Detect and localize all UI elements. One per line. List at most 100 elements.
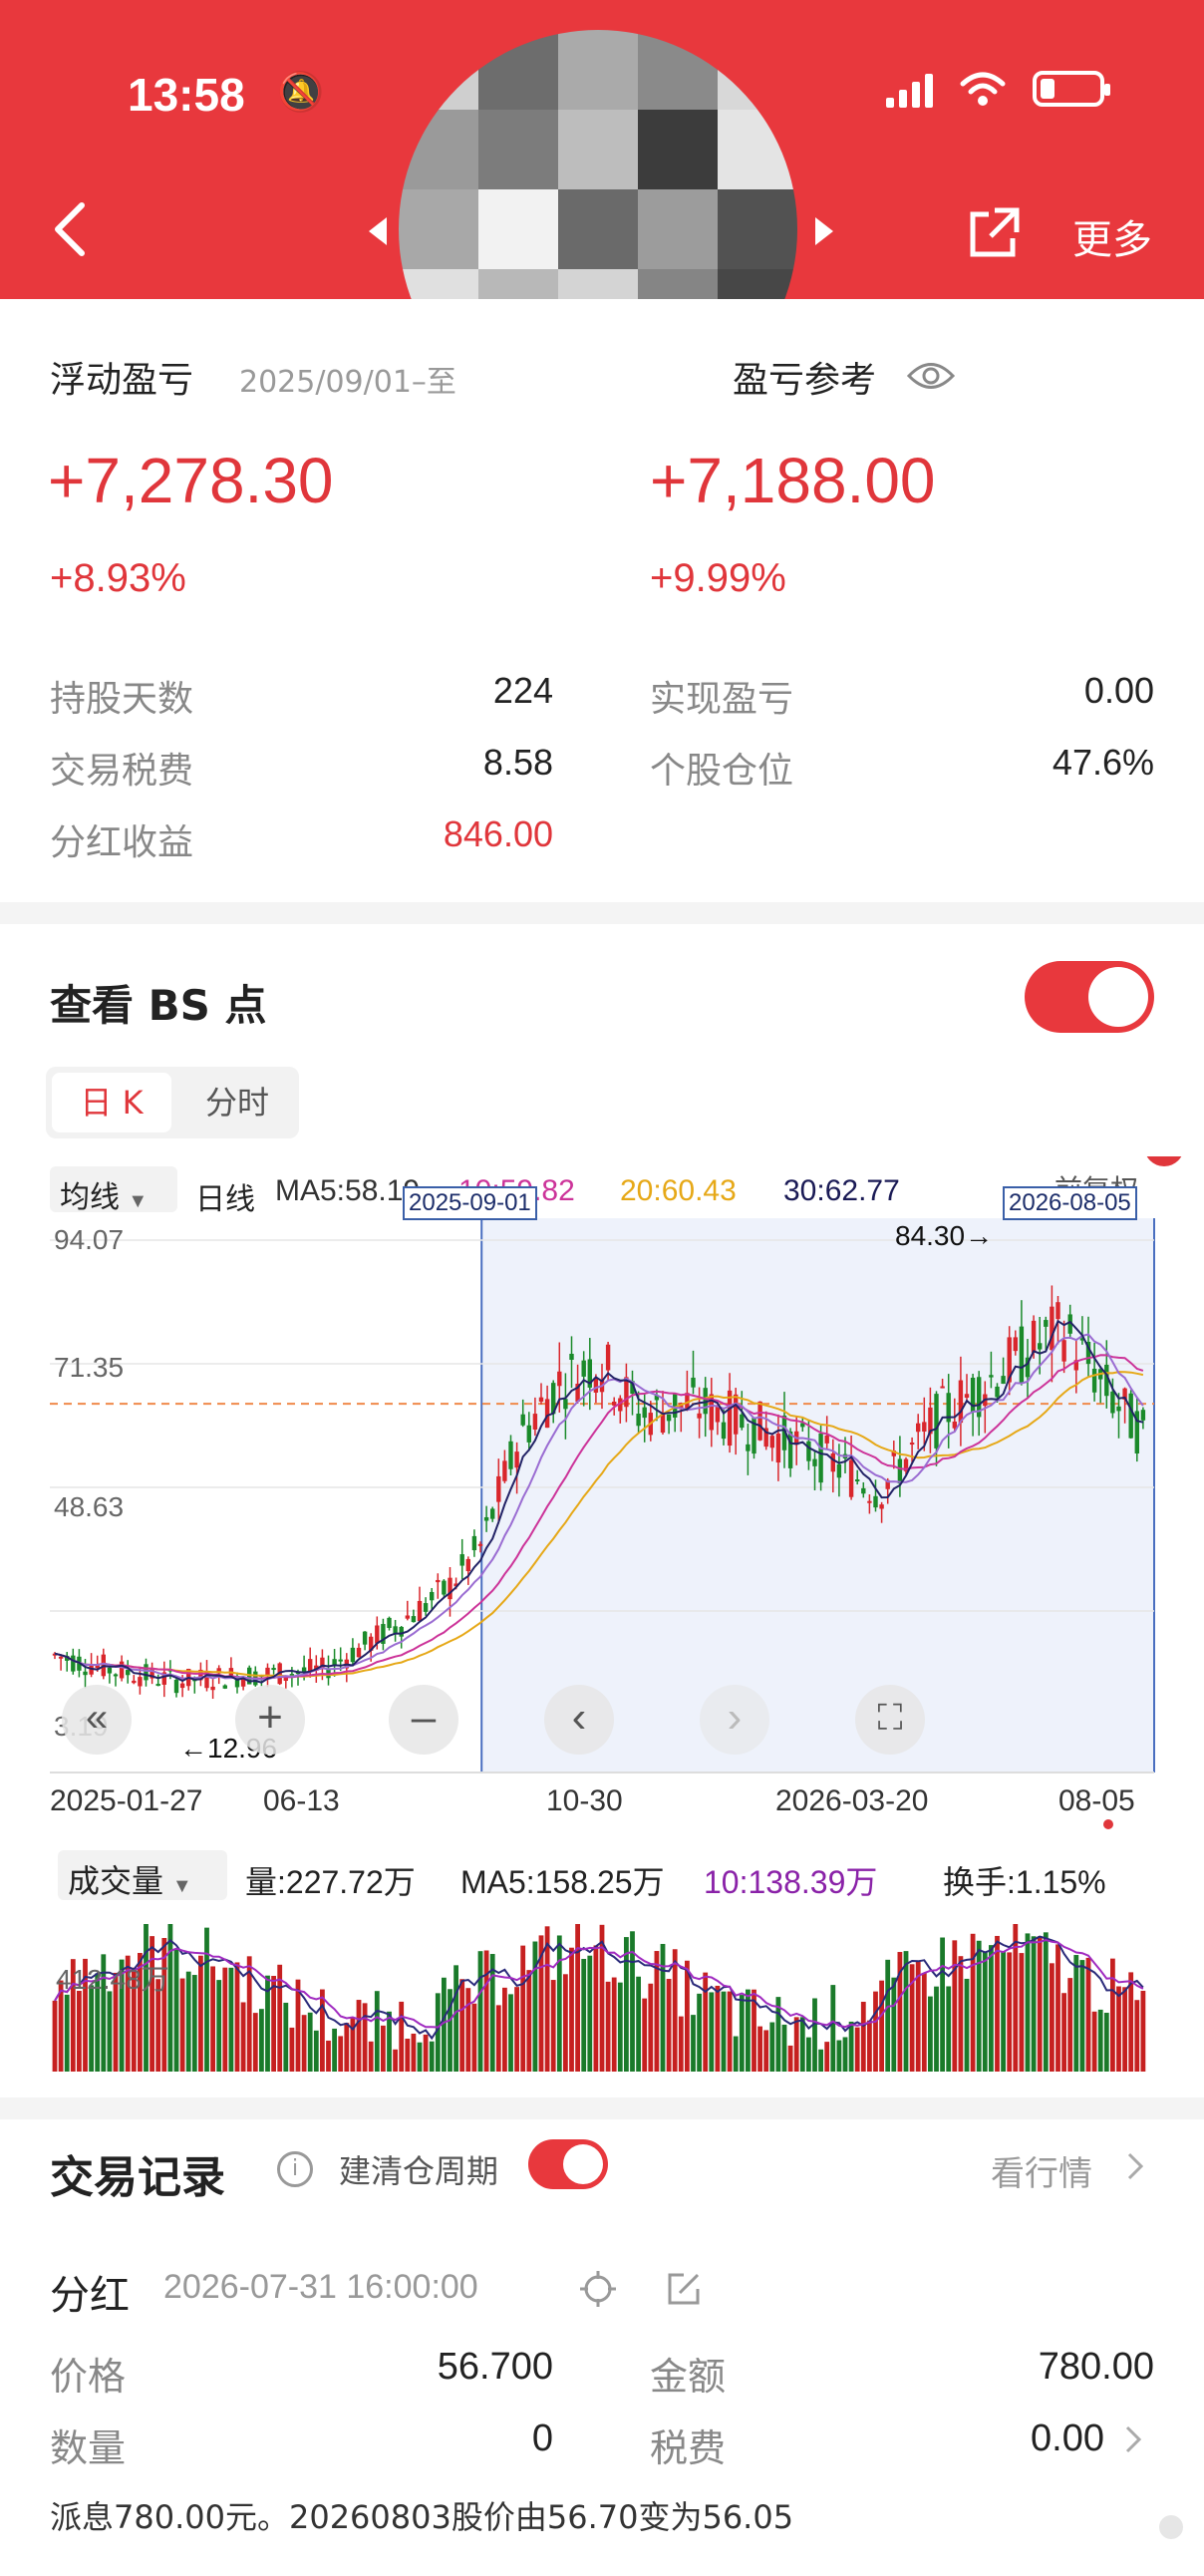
volume-bar	[405, 2038, 411, 2072]
candle-body	[1013, 1337, 1018, 1352]
volume-bar	[746, 1989, 751, 2072]
candle-body	[465, 1558, 470, 1572]
zoom-in-button[interactable]: +	[235, 1685, 305, 1755]
floating-pnl-value: +7,278.30	[48, 445, 334, 516]
candle-body	[83, 1671, 88, 1676]
volume-bar	[763, 2030, 769, 2072]
bs-toggle[interactable]	[1025, 961, 1154, 1033]
prev-stock-icon[interactable]	[369, 217, 387, 245]
volume-bar	[1073, 1955, 1079, 2072]
candle-body	[387, 1617, 392, 1629]
dropdown-caret-icon: ▼	[171, 1875, 192, 1897]
volume-bar	[691, 2015, 696, 2072]
volume-y-tick: 412.48万	[56, 1964, 169, 1995]
volume-bar	[216, 1980, 222, 2072]
x-tick-1: 2025-01-27	[50, 1784, 203, 1817]
trade-tax-value: 8.58	[482, 742, 553, 783]
section-divider	[0, 902, 1204, 924]
volume-bar	[1140, 1990, 1146, 2072]
volume-bar	[806, 2037, 811, 2072]
tab-intraday[interactable]: 分时	[181, 1073, 293, 1132]
volume-bar	[179, 1978, 185, 2072]
realized-pnl-value: 0.00	[1083, 670, 1154, 711]
candle-body	[922, 1422, 927, 1433]
range-end-tag: 2026-08-05	[1003, 1186, 1137, 1220]
zoom-out-button[interactable]: –	[389, 1685, 458, 1755]
more-button[interactable]: 更多	[1072, 207, 1152, 265]
volume-bar	[581, 1958, 587, 2072]
volume-bar	[1116, 1986, 1121, 2072]
volume-bar	[1031, 1936, 1037, 2072]
candle-body	[1050, 1306, 1054, 1351]
candle-body	[301, 1667, 307, 1672]
candle-body	[338, 1659, 343, 1662]
candle-body	[362, 1631, 368, 1645]
volume-bar	[769, 2022, 775, 2072]
volume-bar	[605, 1981, 611, 2072]
volume-bar	[617, 1982, 623, 2072]
volume-bar	[739, 1995, 745, 2072]
candle-body	[1128, 1393, 1133, 1439]
chevron-right-icon[interactable]	[1124, 2424, 1142, 2454]
kline-svg[interactable]	[0, 1156, 1204, 2093]
volume-bar	[64, 1994, 70, 2072]
candle-body	[155, 1684, 160, 1687]
section-divider	[0, 2097, 1204, 2119]
edit-icon[interactable]	[664, 2269, 704, 2309]
volume-bar	[483, 1950, 489, 2072]
candle-body	[119, 1661, 125, 1679]
candle-body	[563, 1399, 568, 1410]
candle-body	[442, 1580, 447, 1595]
volume-bar	[326, 2040, 331, 2072]
volume-bar	[301, 2015, 307, 2072]
candle-body	[806, 1441, 811, 1461]
ma30-legend: 30:62.77	[783, 1174, 900, 1207]
fullscreen-button[interactable]: ⛶	[855, 1685, 925, 1755]
locate-icon[interactable]	[578, 2269, 618, 2309]
volume-bar	[210, 1966, 215, 2072]
qty-value: 0	[531, 2417, 553, 2459]
volume-bar	[885, 1959, 891, 2072]
volume-bar	[550, 1980, 556, 2072]
volume-bar	[611, 1977, 617, 2072]
view-market-link[interactable]: 看行情	[991, 2146, 1092, 2195]
info-icon[interactable]: i	[277, 2151, 313, 2187]
candle-body	[544, 1399, 550, 1429]
trade-records-title: 交易记录	[50, 2152, 225, 2203]
share-icon[interactable]	[967, 204, 1023, 260]
candle-body	[1044, 1320, 1049, 1327]
volume-bar	[830, 1985, 836, 2072]
prev-candle-button[interactable]: ‹	[544, 1685, 614, 1755]
status-time: 13:58	[128, 69, 245, 121]
candle-body	[642, 1407, 647, 1419]
candle-body	[867, 1500, 872, 1503]
candle-body	[411, 1616, 417, 1623]
scroll-left-button[interactable]: «	[62, 1685, 132, 1755]
volume-bar	[471, 2003, 477, 2072]
candle-body	[836, 1463, 842, 1478]
chart-tabs: 日 K 分时	[46, 1067, 299, 1138]
next-stock-icon[interactable]	[815, 217, 833, 245]
volume-bar	[757, 2026, 762, 2072]
next-candle-button[interactable]: ›	[700, 1685, 769, 1755]
volume-bar	[252, 2013, 258, 2072]
candle-body	[271, 1668, 276, 1671]
volume-bar	[1007, 1952, 1013, 2072]
back-arrow-icon[interactable]	[50, 199, 90, 259]
candle-body	[1061, 1340, 1066, 1362]
volume-bar	[107, 1991, 113, 2072]
candle-body	[283, 1677, 288, 1682]
volume-bar	[1134, 2000, 1140, 2072]
indicator-select[interactable]: 均线 ▼	[50, 1166, 177, 1214]
volume-indicator-select[interactable]: 成交量 ▼	[58, 1850, 227, 1900]
eye-icon[interactable]	[907, 359, 955, 393]
candle-body	[222, 1685, 227, 1689]
volume-bar	[387, 2011, 392, 2072]
tab-daily-k[interactable]: 日 K	[52, 1073, 171, 1132]
kline-chart-area: 均线 ▼ 日线 MA5:58.19 10:59.82 20:60.43 30:6…	[0, 1156, 1204, 2093]
candle-body	[89, 1666, 94, 1675]
volume-bar	[685, 1960, 690, 2072]
candle-body	[691, 1377, 696, 1388]
cycle-toggle[interactable]	[528, 2139, 608, 2189]
candle-body	[210, 1686, 215, 1691]
